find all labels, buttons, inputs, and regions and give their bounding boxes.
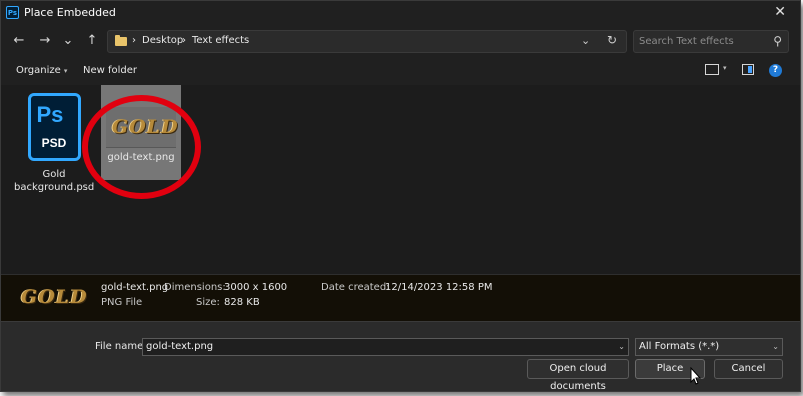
mouse-pointer-icon [690, 367, 702, 385]
file-name-value: gold-text.png [146, 341, 214, 352]
up-arrow-icon[interactable]: ↑ [83, 32, 101, 50]
breadcrumb-text-effects[interactable]: Text effects [192, 35, 249, 46]
view-options-icon[interactable] [705, 64, 719, 75]
file-name: Gold background.psd [14, 169, 95, 193]
chevron-down-icon: ⌄ [772, 342, 779, 351]
file-list: Ps PSD Gold background.psd GOLD gold-tex… [1, 85, 800, 274]
file-type-value: All Formats (*.*) [639, 341, 720, 352]
details-preview-gold-text: GOLD [21, 286, 88, 308]
photoshop-icon: Ps [6, 6, 19, 19]
search-placeholder: Search Text effects [639, 36, 734, 47]
annotation-circle [82, 95, 201, 199]
chevron-down-icon: ▾ [63, 67, 68, 75]
back-arrow-icon[interactable]: ← [10, 32, 28, 50]
date-created-value: 12/14/2023 12:58 PM [385, 282, 493, 293]
navigation-bar: ← → ⌄ ↑ › Desktop › Text effects ⌄ ↻ Sea… [1, 28, 800, 56]
open-cloud-documents-button[interactable]: Open cloud documents [527, 359, 629, 391]
close-icon[interactable]: ✕ [774, 4, 786, 20]
command-bar: Organize ▾ New folder ▾ ? [1, 59, 800, 83]
new-folder-button[interactable]: New folder [83, 65, 137, 76]
details-file-type: PNG File [101, 297, 143, 308]
psd-icon-ps-text: Ps [36, 102, 64, 127]
folder-icon [115, 35, 127, 46]
place-embedded-dialog: Ps Place Embedded ✕ ← → ⌄ ↑ › Desktop › … [0, 0, 801, 392]
preview-pane-icon[interactable] [742, 64, 754, 75]
help-icon[interactable]: ? [769, 64, 782, 77]
dialog-footer: File name: gold-text.png ⌄ All Formats (… [1, 321, 800, 391]
organize-label: Organize [16, 65, 61, 76]
title-bar: Ps Place Embedded ✕ [1, 1, 800, 25]
search-icon[interactable]: ⚲ [773, 31, 782, 52]
recent-locations-chevron-icon[interactable]: ⌄ [59, 32, 77, 50]
address-dropdown-icon[interactable]: ⌄ [581, 34, 590, 47]
dimensions-value: 3000 x 1600 [224, 282, 288, 293]
psd-icon-label: PSD [41, 136, 67, 150]
breadcrumb-separator-icon: › [182, 35, 186, 46]
refresh-icon[interactable]: ↻ [607, 33, 617, 47]
size-value: 828 KB [224, 297, 260, 308]
chevron-down-icon[interactable]: ⌄ [618, 339, 625, 355]
forward-arrow-icon[interactable]: → [36, 32, 54, 50]
dimensions-label: Dimensions: [164, 282, 226, 293]
address-bar[interactable]: › Desktop › Text effects ⌄ ↻ [107, 30, 627, 53]
details-pane: GOLD gold-text.png PNG File Dimensions: … [1, 274, 800, 321]
psd-file-icon: Ps PSD [27, 93, 81, 161]
organize-menu[interactable]: Organize ▾ [16, 65, 67, 76]
chevron-down-icon[interactable]: ▾ [723, 64, 727, 72]
date-created-label: Date created: [321, 282, 390, 293]
window-title: Place Embedded [24, 6, 116, 19]
file-name-label: File name: [95, 341, 147, 352]
cancel-button[interactable]: Cancel [714, 359, 783, 379]
file-type-select[interactable]: All Formats (*.*) ⌄ [635, 338, 783, 356]
details-file-name: gold-text.png [101, 282, 169, 293]
size-label: Size: [196, 297, 220, 308]
breadcrumb-separator-icon: › [132, 35, 136, 46]
search-input[interactable]: Search Text effects ⚲ [633, 30, 789, 53]
breadcrumb-desktop[interactable]: Desktop [142, 35, 183, 46]
file-name-field[interactable]: gold-text.png ⌄ [142, 338, 629, 356]
